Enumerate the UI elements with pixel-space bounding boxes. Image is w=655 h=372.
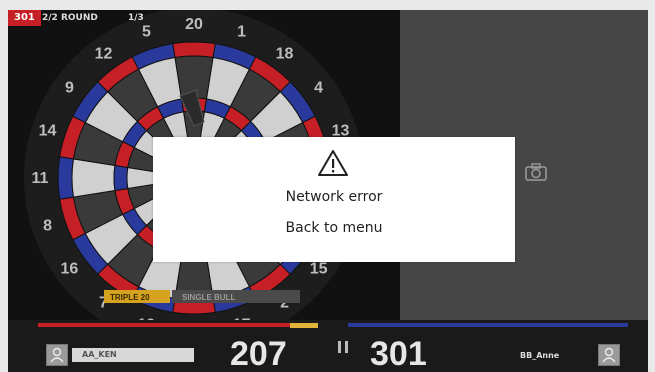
board-number: 16 bbox=[61, 261, 79, 278]
player1-avatar bbox=[46, 344, 68, 366]
board-number: 4 bbox=[314, 79, 323, 96]
player1-score: 207 bbox=[230, 335, 287, 372]
player2-avatar bbox=[598, 344, 620, 366]
player1-name: AA_KEN bbox=[72, 348, 194, 362]
player2-name: BB_Anne bbox=[520, 351, 560, 360]
board-number: 9 bbox=[65, 79, 74, 96]
double-ring-segment bbox=[172, 41, 216, 59]
app-screen: 2011841361015217319716811149125TRIPLE 20… bbox=[0, 0, 655, 372]
error-message: Network error bbox=[285, 189, 383, 205]
player1-progress-marker bbox=[290, 323, 318, 328]
round-counter: 2/2 ROUND bbox=[42, 13, 98, 23]
board-number: 18 bbox=[276, 45, 294, 62]
back-to-menu-button[interactable]: Back to menu bbox=[153, 220, 515, 236]
user-icon bbox=[602, 347, 616, 363]
hit-banner-left-text: TRIPLE 20 bbox=[110, 293, 150, 302]
warning-icon bbox=[318, 150, 348, 176]
board-number: 8 bbox=[43, 218, 52, 235]
pause-icon[interactable] bbox=[336, 340, 350, 354]
board-number: 14 bbox=[39, 122, 57, 139]
player2-score: 301 bbox=[370, 335, 427, 372]
user-icon bbox=[50, 347, 64, 363]
player2-color-bar bbox=[348, 323, 628, 327]
hit-banner-right-text: SINGLE BULL bbox=[182, 293, 235, 302]
double-ring-segment bbox=[57, 156, 75, 200]
throw-counter: 1/3 bbox=[128, 13, 144, 23]
player1-color-bar bbox=[38, 323, 318, 327]
score-bar: AA_KEN 207 301 BB_Anne bbox=[8, 320, 648, 372]
board-number: 12 bbox=[95, 45, 113, 62]
triple-ring-segment bbox=[113, 164, 129, 192]
board-number: 15 bbox=[310, 261, 328, 278]
board-number: 1 bbox=[237, 24, 246, 41]
network-error-dialog: Network error Back to menu bbox=[153, 137, 515, 262]
top-hud: 301 2/2 ROUND 1/3 bbox=[8, 10, 268, 26]
board-number: 5 bbox=[142, 24, 151, 41]
camera-icon[interactable] bbox=[525, 163, 547, 181]
game-mode-badge: 301 bbox=[8, 10, 41, 26]
board-number: 11 bbox=[32, 170, 49, 187]
